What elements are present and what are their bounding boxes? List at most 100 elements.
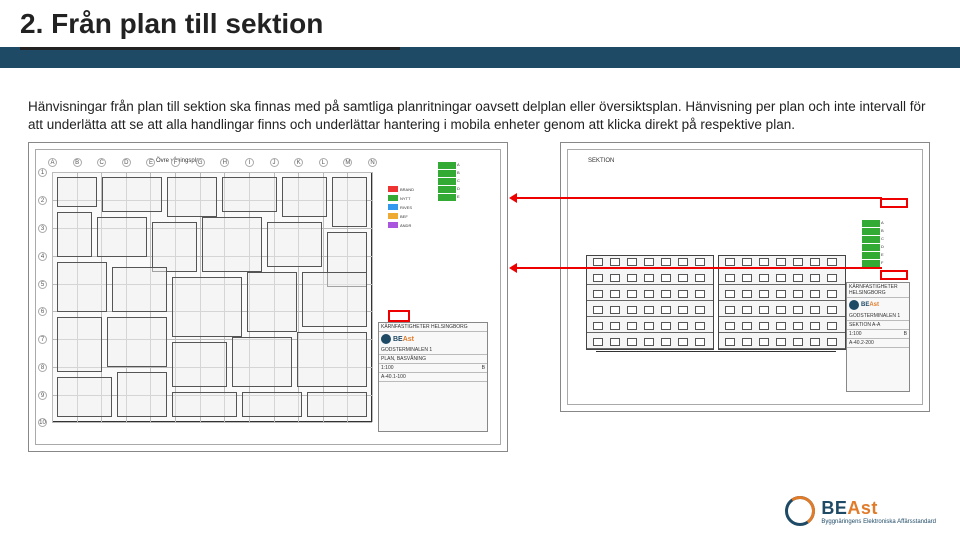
tb-scale-s: 1:100 — [849, 331, 862, 337]
room — [172, 392, 237, 417]
title-underline — [20, 47, 400, 50]
beast-icon — [849, 300, 859, 310]
plan-drawing: Övre våningsplan ABCDEFGHIJKLMN123456789… — [28, 142, 508, 452]
roof-right — [718, 255, 846, 256]
tb-dwgno-s: A-40.2-200 — [847, 339, 909, 348]
footer-tagline: Byggnäringens Elektroniska Affärsstandar… — [821, 519, 936, 525]
footer-logo-text: BEAst — [821, 498, 936, 519]
grid-col-label: D — [122, 158, 131, 167]
grid-row-label: 8 — [38, 363, 47, 372]
tb-rev: B — [482, 365, 485, 371]
room — [267, 222, 322, 267]
room — [57, 317, 102, 372]
grid-col-label: B — [73, 158, 82, 167]
tb-client-s: KÄRNFASTIGHETER HELSINGBORG — [847, 283, 909, 298]
tb-project-s: GODSTERMINALEN 1 — [847, 312, 909, 321]
grid-row-label: 6 — [38, 307, 47, 316]
grid-row-label: 3 — [38, 224, 47, 233]
grid-col-label: K — [294, 158, 303, 167]
room — [232, 337, 292, 387]
legend-row: BEF — [388, 212, 448, 220]
plan-frame: Övre våningsplan ABCDEFGHIJKLMN123456789… — [35, 149, 501, 445]
building-section — [586, 200, 846, 350]
revision-row: F — [862, 260, 912, 267]
beast-icon — [381, 334, 391, 344]
reference-arrow-1 — [512, 197, 882, 199]
grid-col-label: E — [146, 158, 155, 167]
room — [172, 277, 242, 337]
room — [102, 177, 162, 212]
footer-logo: BEAst Byggnäringens Elektroniska Affärss… — [785, 496, 936, 526]
grid-col-label: J — [270, 158, 279, 167]
room — [247, 272, 297, 332]
room — [172, 342, 227, 387]
red-highlight-section-1 — [880, 198, 908, 208]
revision-row: C — [862, 236, 912, 243]
revision-table-section: ABCDEF — [862, 220, 912, 268]
room — [152, 222, 197, 272]
grid-row-label: 5 — [38, 280, 47, 289]
roof-left — [586, 255, 714, 256]
room — [117, 372, 167, 417]
tb-title: PLAN, BASVÅNING — [379, 355, 487, 364]
tb-scale: 1:100 — [381, 365, 394, 371]
grid-row-label: 4 — [38, 252, 47, 261]
grid-row-label: 1 — [38, 168, 47, 177]
room — [332, 177, 367, 227]
revision-row: D — [438, 186, 488, 193]
grid-col-label: I — [245, 158, 254, 167]
legend-row: RIVES — [388, 203, 448, 211]
grid-col-label: A — [48, 158, 57, 167]
room — [242, 392, 302, 417]
room — [57, 377, 112, 417]
tb-title-s: SEKTION A-A — [847, 321, 909, 330]
section-frame: SEKTION ABCDEF KÄRNFASTIGHETER HELSINGBO… — [567, 149, 923, 405]
tb-project: GODSTERMINALEN 1 — [379, 346, 487, 355]
revision-row: B — [438, 170, 488, 177]
room — [222, 177, 277, 212]
grid-col-label: C — [97, 158, 106, 167]
tb-dwgno: A-40.1-100 — [379, 373, 487, 382]
ground-line — [596, 351, 836, 352]
room — [202, 217, 262, 272]
grid-col-label: L — [319, 158, 328, 167]
room — [167, 177, 217, 217]
floor-plan: ABCDEFGHIJKLMN12345678910 — [52, 172, 372, 422]
title-bar: 2. Från plan till sektion — [0, 0, 960, 68]
grid-col-label: G — [196, 158, 205, 167]
revision-row: A — [438, 162, 488, 169]
tb-rev-s: B — [904, 331, 907, 337]
page-title: 2. Från plan till sektion — [0, 0, 960, 47]
beast-icon — [785, 496, 815, 526]
room — [297, 332, 367, 387]
room — [307, 392, 367, 417]
grid-col-label: H — [220, 158, 229, 167]
room — [57, 177, 97, 207]
revision-table-plan: ABCDE — [438, 162, 488, 202]
building-right — [718, 255, 846, 350]
reference-arrow-2 — [512, 267, 882, 269]
tb-logo-s: BEAst — [847, 298, 909, 312]
revision-row: D — [862, 244, 912, 251]
title-block-section: KÄRNFASTIGHETER HELSINGBORG BEAst GODSTE… — [846, 282, 910, 392]
section-drawing: SEKTION ABCDEF KÄRNFASTIGHETER HELSINGBO… — [560, 142, 930, 412]
tb-client: KÄRNFASTIGHETER HELSINGBORG — [379, 323, 487, 332]
grid-row-label: 2 — [38, 196, 47, 205]
grid-row-label: 7 — [38, 335, 47, 344]
room — [302, 272, 367, 327]
room — [57, 262, 107, 312]
grid-col-label: M — [343, 158, 352, 167]
revision-row: B — [862, 228, 912, 235]
grid-row-label: 10 — [38, 418, 47, 427]
drawings-area: Övre våningsplan ABCDEFGHIJKLMN123456789… — [0, 142, 960, 472]
revision-row: A — [862, 220, 912, 227]
room — [57, 212, 92, 257]
revision-row: C — [438, 178, 488, 185]
grid-col-label: F — [171, 158, 180, 167]
room — [282, 177, 327, 217]
red-highlight-section-2 — [880, 270, 908, 280]
grid-row-label: 9 — [38, 391, 47, 400]
building-left — [586, 255, 714, 350]
legend-row: ÄNDR — [388, 221, 448, 229]
room — [107, 317, 167, 367]
